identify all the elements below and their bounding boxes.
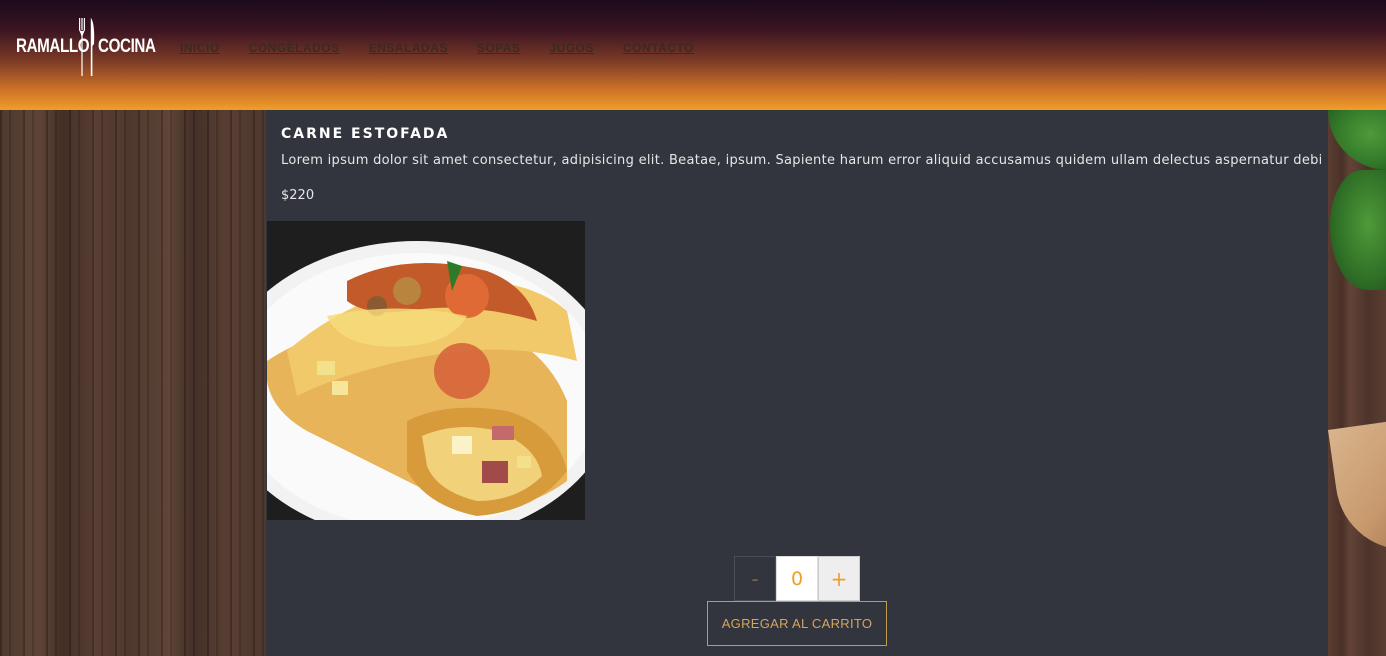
main-nav: INICIO CONGELADOS ENSALADAS SOPAS JUGOS …	[180, 41, 723, 55]
nav-link-contacto[interactable]: CONTACTO	[623, 41, 694, 55]
quantity-input[interactable]: 0	[776, 556, 818, 601]
quantity-stepper: - 0 +	[734, 556, 860, 601]
brand-logo[interactable]: RAMALLO COCINA	[16, 16, 156, 78]
product-description: Lorem ipsum dolor sit amet consectetur, …	[281, 153, 1321, 168]
site-header: RAMALLO COCINA INICIO CONGELADOS ENSALAD…	[0, 0, 1386, 110]
product-title: CARNE ESTOFADA	[281, 126, 450, 142]
wooden-spoon-image	[1328, 420, 1386, 559]
basil-leaf-image	[1330, 170, 1386, 290]
brand-name-right: COCINA	[98, 36, 156, 57]
product-image	[267, 221, 585, 520]
nav-link-sopas[interactable]: SOPAS	[477, 41, 521, 55]
decrease-quantity-button[interactable]: -	[734, 556, 776, 601]
add-to-cart-button[interactable]: AGREGAR AL CARRITO	[707, 601, 887, 646]
nav-link-congelados[interactable]: CONGELADOS	[249, 41, 340, 55]
baked-crepes-photo	[267, 221, 585, 520]
fork-knife-icon	[79, 18, 95, 76]
nav-link-ensaladas[interactable]: ENSALADAS	[369, 41, 448, 55]
product-price: $220	[281, 188, 315, 203]
nav-link-jugos[interactable]: JUGOS	[549, 41, 594, 55]
background-decoration	[1328, 110, 1386, 656]
basil-leaf-image	[1328, 110, 1386, 170]
product-panel: CARNE ESTOFADA Lorem ipsum dolor sit ame…	[266, 110, 1328, 656]
nav-link-inicio[interactable]: INICIO	[180, 41, 220, 55]
increase-quantity-button[interactable]: +	[818, 556, 860, 601]
